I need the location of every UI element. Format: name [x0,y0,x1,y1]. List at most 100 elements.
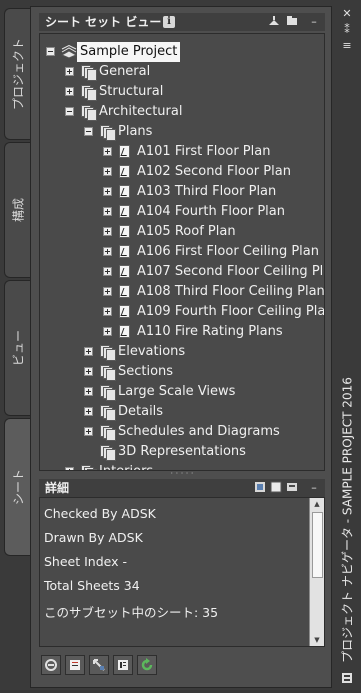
tab-sheets[interactable]: シート [4,418,30,556]
tree-subset-item[interactable]: Details [84,402,324,422]
view-icon[interactable] [89,655,109,675]
expand-icon[interactable] [65,87,74,96]
refresh-icon[interactable] [137,655,157,675]
info-icon[interactable]: i [163,16,175,28]
subset-icon [99,445,116,461]
navigator-app-icon [341,672,353,684]
properties-icon[interactable] [113,655,133,675]
expand-icon[interactable] [103,207,112,216]
tree-subset-item[interactable]: Interiors [65,462,324,470]
tree-sheet-item[interactable]: A102 Second Floor Plan [103,162,324,182]
details-panel: Checked By ADSK Drawn By ADSK Sheet Inde… [39,497,325,647]
sheet-icon [118,145,132,159]
tree-sheet-item[interactable]: A106 First Floor Ceiling Plan [103,242,324,262]
sheet-set-menu-icon[interactable] [285,15,299,29]
tree-item-label: 3D Representations [118,444,246,459]
subset-icon [99,405,116,421]
expand-icon[interactable] [103,147,112,156]
navigator-title-strip: ✕ ⁑ ≡ プロジェクト ナビゲータ - SAMPLE PROJECT 2016 [333,0,361,693]
subset-icon [80,85,97,101]
tab-project[interactable]: プロジェクト [4,8,30,140]
sheet-icon [118,245,132,259]
sheet-set-view-header: シート セット ビュー i – [39,13,325,31]
tree-item-label: Plans [118,124,153,139]
detail-total-sheets: Total Sheets 34 [44,578,140,593]
details-preview-icon[interactable] [253,481,267,495]
expand-icon[interactable] [103,327,112,336]
subset-icon [99,125,116,141]
tree-item-label: Interiors [99,462,153,470]
tree-subset-item[interactable]: Plans [84,122,324,142]
expand-icon[interactable] [103,167,112,176]
tree-sheet-item[interactable]: A108 Third Floor Ceiling Plan [103,282,324,302]
tree-subset-item[interactable]: Structural [65,82,324,102]
tree-item-label: Large Scale Views [118,384,236,399]
tree-sheet-item[interactable]: A107 Second Floor Ceiling Plan [103,262,324,282]
details-header: 詳細 – [39,479,325,497]
tree-subset-item[interactable]: Large Scale Views [84,382,324,402]
details-minimize-button[interactable]: – [307,481,321,495]
tree-subset-item[interactable]: Elevations [84,342,324,362]
tree-item-label: Sample Project [77,42,181,62]
panel-minimize-button[interactable]: – [307,15,321,29]
tree-sheet-item[interactable]: A101 First Floor Plan [103,142,324,162]
pin-icon[interactable]: ⁑ [341,24,353,36]
expand-icon[interactable] [84,367,93,376]
tree-item-label: Elevations [118,344,186,359]
sheet-icon [118,205,132,219]
collapse-icon[interactable] [84,127,93,136]
collapse-icon[interactable] [46,47,55,56]
tab-views-label: ビュー [11,329,25,367]
detail-drawn-by: Drawn By ADSK [44,530,143,545]
sheet-set-properties-icon[interactable] [267,15,281,29]
expand-icon[interactable] [84,387,93,396]
expand-icon[interactable] [103,187,112,196]
tree-subset-item[interactable]: Schedules and Diagrams [84,422,324,442]
scroll-thumb[interactable] [312,512,323,578]
tree-item-label: A110 Fire Rating Plans [137,324,283,339]
expand-icon[interactable] [103,267,112,276]
tree-item-label: General [99,64,151,79]
collapse-icon[interactable] [65,107,74,116]
tree-sheet-item[interactable]: A109 Fourth Floor Ceiling Plan [103,302,324,322]
expand-icon[interactable] [103,227,112,236]
tree-item-label: A102 Second Floor Plan [137,164,291,179]
subset-icon [99,345,116,361]
details-scrollbar[interactable]: ▲ ▼ [309,498,324,646]
tree-item-label: A104 Fourth Floor Plan [137,204,285,219]
tab-project-label: プロジェクト [11,37,25,111]
sheet-icon [118,285,132,299]
tree-sheet-item[interactable]: A103 Third Floor Plan [103,182,324,202]
sheet-list-icon[interactable] [65,655,85,675]
panel-splitter[interactable]: · · · · · [39,470,325,479]
expand-icon[interactable] [65,67,74,76]
tab-constructs[interactable]: 構成 [4,142,30,278]
tree-sheet-item[interactable]: A104 Fourth Floor Plan [103,202,324,222]
tree-project-item[interactable]: Sample Project [46,42,306,62]
expand-icon[interactable] [103,247,112,256]
details-options-icon[interactable] [285,481,299,495]
scroll-up-arrow-icon[interactable]: ▲ [310,498,324,510]
expand-icon[interactable] [103,287,112,296]
navigator-title: プロジェクト ナビゲータ - SAMPLE PROJECT 2016 [340,377,355,663]
tree-sheet-item[interactable]: A105 Roof Plan [103,222,324,242]
tab-views[interactable]: ビュー [4,280,30,416]
tree-subset-item[interactable]: General [65,62,324,82]
tree-subset-item[interactable]: 3D Representations [84,442,324,462]
expand-icon[interactable] [84,427,93,436]
tree-subset-item[interactable]: Sections [84,362,324,382]
tree-sheet-item[interactable]: A110 Fire Rating Plans [103,322,324,342]
tree-item-label: A106 First Floor Ceiling Plan [137,244,319,259]
expand-icon[interactable] [103,307,112,316]
sheet-set-icon [60,44,78,59]
expand-icon[interactable] [84,407,93,416]
sheet-icon [118,165,132,179]
close-icon[interactable]: ✕ [341,8,353,20]
publish-icon[interactable] [41,655,61,675]
expand-icon[interactable] [84,347,93,356]
options-icon[interactable]: ≡ [341,40,353,52]
panel-title: シート セット ビュー [45,15,162,29]
tree-subset-item[interactable]: Architectural [65,102,324,122]
scroll-down-arrow-icon[interactable]: ▼ [310,634,324,646]
details-view-icon[interactable] [269,481,283,495]
